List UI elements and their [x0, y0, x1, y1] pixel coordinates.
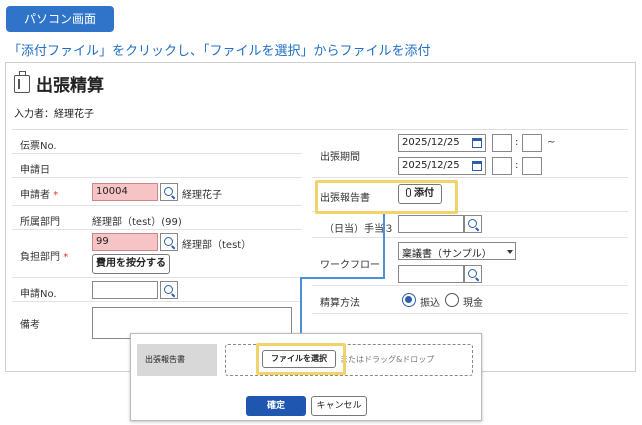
briefcase-icon	[14, 70, 30, 93]
cancel-button[interactable]: キャンセル	[311, 396, 367, 416]
expense-panel: 出張精算 入力者：経理花子 伝票No. 申請日 申請者 * 10004 経理花子…	[5, 62, 636, 372]
method-option-cash: 現金	[463, 298, 483, 309]
drop-text: またはドラッグ&ドロップ	[340, 355, 435, 364]
appno-input[interactable]	[92, 281, 158, 299]
appno-row: 申請No.	[12, 278, 302, 302]
method-radio-cash[interactable]	[445, 293, 459, 307]
applicant-search-icon[interactable]	[160, 183, 178, 201]
calendar-icon[interactable]	[472, 161, 482, 171]
workflow-label: ワークフロー	[320, 260, 380, 271]
applicant-label: 申請者 *	[20, 190, 59, 201]
allowance-input[interactable]	[398, 215, 464, 233]
burden-name: 経理部（test）	[182, 240, 252, 251]
burden-label: 負担部門 *	[20, 252, 69, 263]
workflow-search-icon[interactable]	[464, 265, 482, 283]
dialog-label: 出張報告書	[145, 355, 185, 364]
screen-type-badge: パソコン画面	[6, 6, 114, 32]
period-start-minute[interactable]	[522, 134, 542, 152]
dept-row: 所属部門 経理部（test）(99)	[12, 206, 302, 230]
required-mark: *	[53, 190, 59, 201]
select-file-highlight	[256, 343, 346, 375]
period-end-minute[interactable]	[522, 157, 542, 175]
method-row: 精算方法 振込 現金	[312, 286, 628, 314]
allowance-row: （日当）手当３	[312, 212, 628, 238]
method-label: 精算方法	[320, 298, 360, 309]
attach-highlight	[315, 180, 458, 214]
burden-row: 負担部門 * 99 経理部（test） 費用を按分する	[12, 230, 302, 278]
period-end-hour[interactable]	[492, 157, 512, 175]
allowance-search-icon[interactable]	[464, 215, 482, 233]
time-colon: :	[515, 160, 519, 171]
method-radio-transfer[interactable]	[402, 293, 416, 307]
workflow-code-input[interactable]	[398, 265, 464, 283]
instruction-text: 「添付ファイル」をクリックし、「ファイルを選択」からファイルを添付	[8, 44, 431, 59]
period-label: 出張期間	[320, 152, 360, 163]
note-label: 備考	[20, 320, 40, 331]
burden-code-input[interactable]: 99	[92, 233, 158, 251]
chevron-down-icon	[507, 250, 513, 254]
applicant-code-input[interactable]: 10004	[92, 183, 158, 201]
split-cost-button[interactable]: 費用を按分する	[92, 254, 170, 274]
dept-label: 所属部門	[20, 217, 60, 228]
connector-line	[300, 277, 385, 279]
applicant-info: 入力者：経理花子	[14, 109, 94, 120]
period-start-hour[interactable]	[492, 134, 512, 152]
voucher-label: 伝票No.	[20, 141, 57, 152]
time-colon: :	[515, 137, 519, 148]
applicant-row: 申請者 * 10004 経理花子	[12, 178, 302, 206]
voucher-row: 伝票No.	[12, 130, 302, 154]
connector-line	[300, 277, 302, 339]
appno-search-icon[interactable]	[160, 281, 178, 299]
period-tilde: ~	[547, 137, 556, 148]
dialog-label-cell: 出張報告書	[137, 344, 217, 376]
date-row: 申請日	[12, 154, 302, 178]
required-mark: *	[63, 252, 69, 263]
workflow-select[interactable]: 稟議書（サンプル）	[398, 242, 516, 260]
applicant-name: 経理花子	[182, 190, 222, 201]
page-title: 出張精算	[36, 76, 104, 96]
calendar-icon[interactable]	[472, 138, 482, 148]
dept-value: 経理部（test）(99)	[92, 217, 182, 228]
appno-label: 申請No.	[20, 289, 57, 300]
page-header: 出張精算	[14, 70, 104, 96]
confirm-button[interactable]: 確定	[246, 396, 306, 416]
period-row: 出張期間 2025/12/25 : ~ 2025/12/25 :	[312, 130, 628, 178]
method-option-transfer: 振込	[420, 298, 440, 309]
burden-search-icon[interactable]	[160, 233, 178, 251]
date-label: 申請日	[20, 165, 50, 176]
connector-line	[383, 214, 385, 278]
